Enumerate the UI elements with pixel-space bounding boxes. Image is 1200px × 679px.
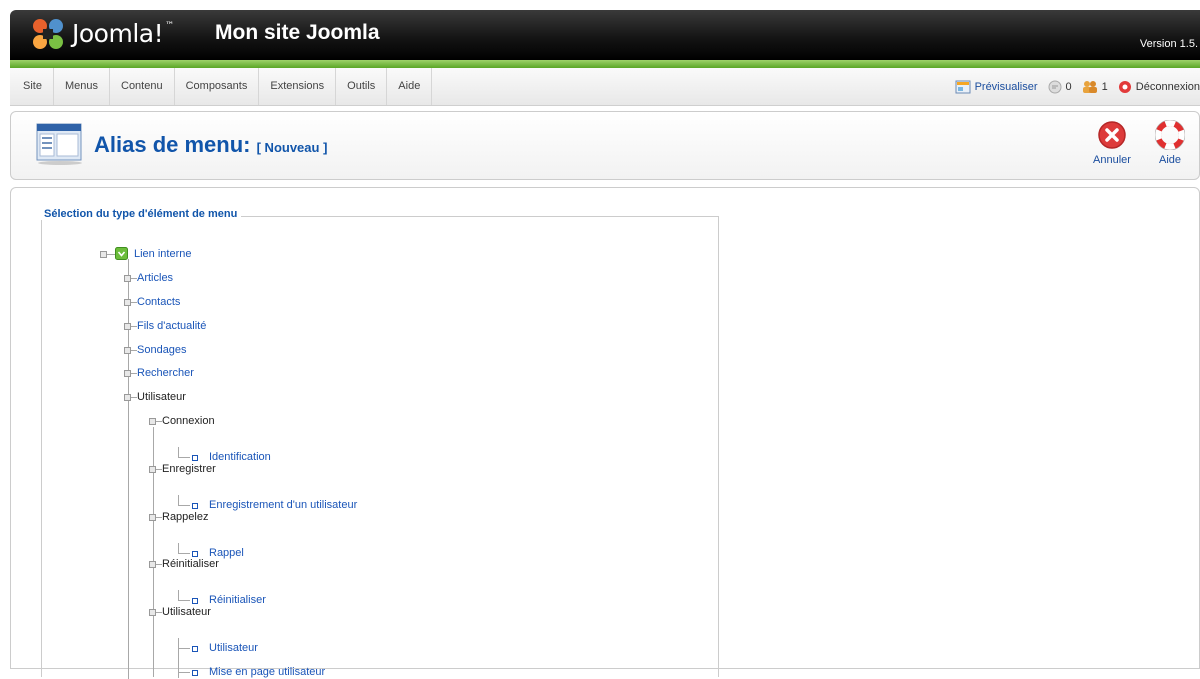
- logout-link[interactable]: Déconnexion: [1118, 80, 1200, 94]
- expand-toggle-icon[interactable]: [124, 370, 131, 377]
- joomla-logo-icon: [33, 19, 63, 49]
- collapse-toggle-icon[interactable]: [149, 466, 156, 473]
- brand-name: Joomla! ™: [72, 19, 174, 48]
- tree-leaf-identification[interactable]: Identification: [209, 451, 271, 464]
- leaf-bullet-icon: [192, 598, 198, 604]
- tree-branch-line: [178, 590, 179, 600]
- toolbar: Alias de menu: [ Nouveau ] Annuler Aide: [10, 111, 1200, 180]
- menubar: Site Menus Contenu Composants Extensions…: [10, 68, 1200, 106]
- tree-branch-line: [178, 600, 190, 601]
- menu-manager-icon: [36, 123, 82, 165]
- menu-contenu[interactable]: Contenu: [110, 68, 175, 105]
- menu-aide[interactable]: Aide: [387, 68, 433, 105]
- messages-icon: [1048, 80, 1062, 93]
- tree-branch-line: [107, 254, 115, 255]
- status-bar: Prévisualiser 0 1 Déconnexion: [945, 68, 1200, 105]
- leaf-bullet-icon: [192, 670, 198, 676]
- menu-site[interactable]: Site: [10, 68, 54, 105]
- version-label: Version 1.5.: [1139, 38, 1198, 50]
- tree-leaf-enregistrement[interactable]: Enregistrement d'un utilisateur: [209, 499, 357, 512]
- collapse-toggle-icon[interactable]: [124, 394, 131, 401]
- fieldset-legend: Sélection du type d'élément de menu: [40, 208, 242, 220]
- tree-node-enregistrer[interactable]: Enregistrer: [162, 463, 216, 476]
- tree-node-utilisateur-section[interactable]: Utilisateur: [137, 391, 186, 404]
- menu-extensions[interactable]: Extensions: [259, 68, 337, 105]
- collapse-toggle-icon[interactable]: [149, 609, 156, 616]
- menu-outils[interactable]: Outils: [336, 68, 388, 105]
- preview-link[interactable]: Prévisualiser: [955, 80, 1038, 94]
- tree-branch-line: [178, 672, 190, 673]
- tree-branch-line: [178, 553, 190, 554]
- tree-branch-line: [178, 648, 190, 649]
- cancel-icon: [1098, 121, 1126, 149]
- tree-node-connexion[interactable]: Connexion: [162, 415, 215, 428]
- tree-leaf-utilisateur[interactable]: Utilisateur: [209, 642, 258, 655]
- page-title: Alias de menu: [ Nouveau ]: [94, 132, 328, 157]
- help-lifebuoy-icon: [1155, 120, 1185, 150]
- expand-toggle-icon[interactable]: [124, 347, 131, 354]
- content-panel: Sélection du type d'élément de menu Lien…: [10, 187, 1200, 679]
- tree-branch-line: [178, 495, 179, 505]
- expand-toggle-icon[interactable]: [124, 299, 131, 306]
- tree-leaf-reinitialiser[interactable]: Réinitialiser: [209, 594, 266, 607]
- folder-open-icon[interactable]: [115, 247, 128, 260]
- tree-node-sondages[interactable]: Sondages: [137, 344, 187, 357]
- leaf-bullet-icon: [192, 455, 198, 461]
- tree-leaf-mise-en-page-utilisateur[interactable]: Mise en page utilisateur: [209, 666, 325, 679]
- help-button[interactable]: Aide: [1147, 120, 1193, 166]
- messages-count[interactable]: 0: [1048, 80, 1072, 94]
- page-subtitle: [ Nouveau ]: [256, 140, 328, 155]
- collapse-toggle-icon[interactable]: [100, 251, 107, 258]
- tree-node-contacts[interactable]: Contacts: [137, 296, 180, 309]
- expand-toggle-icon[interactable]: [124, 275, 131, 282]
- expand-toggle-icon[interactable]: [124, 323, 131, 330]
- tree-node-fils-actualite[interactable]: Fils d'actualité: [137, 320, 206, 333]
- tree-branch-line: [128, 259, 129, 679]
- tree-branch-line: [178, 447, 179, 457]
- tree-node-utilisateur-group[interactable]: Utilisateur: [162, 606, 211, 619]
- menu-composants[interactable]: Composants: [175, 68, 260, 105]
- tree-branch-line: [178, 457, 190, 458]
- preview-icon: [955, 80, 971, 93]
- cancel-button[interactable]: Annuler: [1089, 120, 1135, 166]
- tree-branch-line: [153, 427, 154, 677]
- tree-node-rechercher[interactable]: Rechercher: [137, 367, 194, 380]
- tree-branch-line: [178, 505, 190, 506]
- collapse-toggle-icon[interactable]: [149, 514, 156, 521]
- leaf-bullet-icon: [192, 551, 198, 557]
- users-icon: [1082, 80, 1097, 93]
- logout-icon: [1118, 80, 1131, 93]
- tree-node-articles[interactable]: Articles: [137, 272, 173, 285]
- site-name: Mon site Joomla: [215, 21, 380, 44]
- users-count[interactable]: 1: [1082, 80, 1108, 94]
- tree-node-lien-interne[interactable]: Lien interne: [134, 248, 192, 261]
- header-accent-bar: [10, 60, 1200, 68]
- tree-node-reinitialiser[interactable]: Réinitialiser: [162, 558, 219, 571]
- leaf-bullet-icon: [192, 646, 198, 652]
- header: Joomla! ™ Mon site Joomla Version 1.5.: [10, 10, 1200, 60]
- tree-branch-line: [178, 543, 179, 553]
- leaf-bullet-icon: [192, 503, 198, 509]
- tree-node-rappelez[interactable]: Rappelez: [162, 511, 208, 524]
- menu-menus[interactable]: Menus: [54, 68, 110, 105]
- collapse-toggle-icon[interactable]: [149, 561, 156, 568]
- menu-type-fieldset: Sélection du type d'élément de menu Lien…: [40, 208, 719, 679]
- collapse-toggle-icon[interactable]: [149, 418, 156, 425]
